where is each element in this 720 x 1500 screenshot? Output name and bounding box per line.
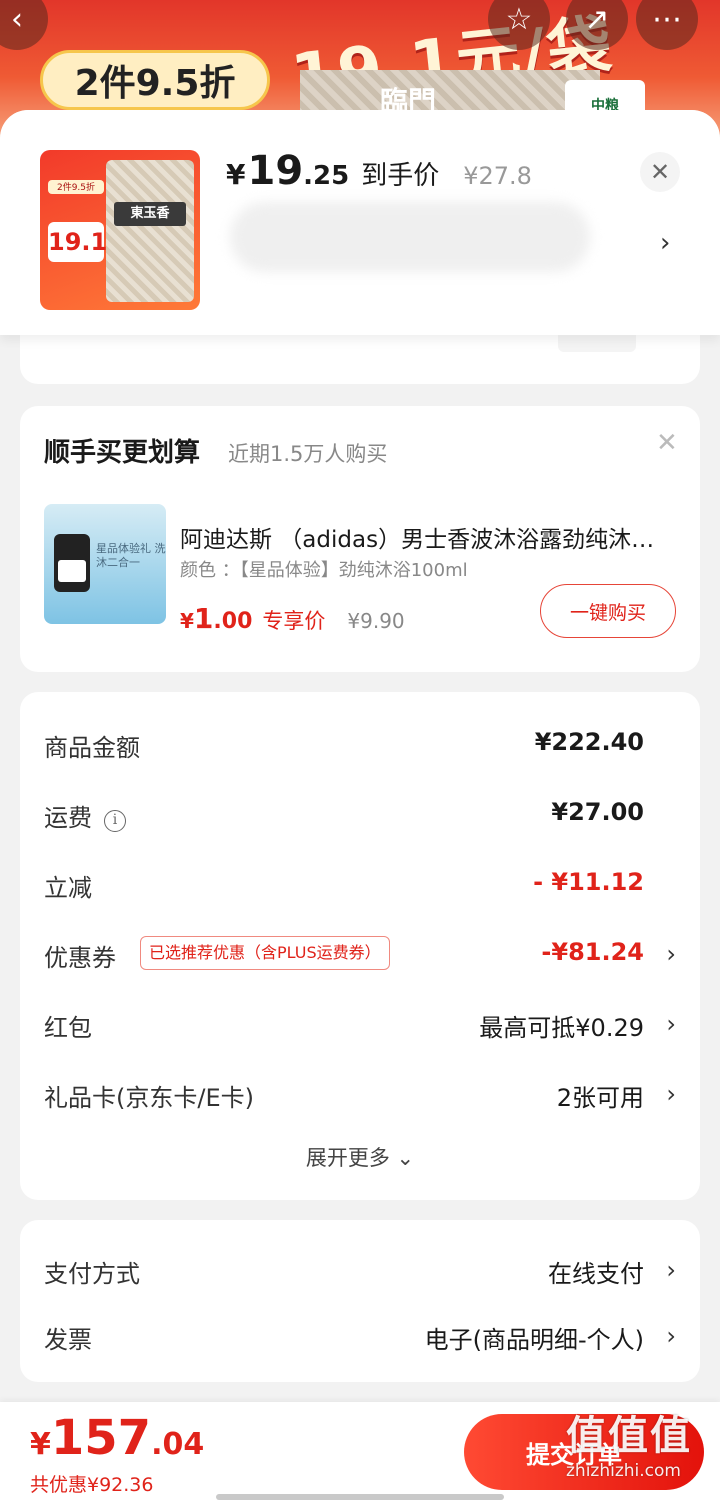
info-icon[interactable]: i bbox=[104, 810, 126, 832]
invoice-row[interactable]: 发票 电子(商品明细-个人) › bbox=[44, 1316, 676, 1356]
redacted-product-title bbox=[230, 202, 590, 272]
shipping-label: 运费 bbox=[44, 804, 92, 832]
expand-more-button[interactable]: 展开更多 ⌄ bbox=[20, 1142, 700, 1172]
watermark-logo: 值值值 bbox=[566, 1413, 692, 1459]
bundle-price-decimal: .00 bbox=[213, 609, 253, 634]
price-currency: ¥ bbox=[226, 158, 246, 191]
shipping-row: 运费 i ¥27.00 bbox=[44, 794, 676, 834]
payment-method-row[interactable]: 支付方式 在线支付 › bbox=[44, 1250, 676, 1290]
final-price: ¥ 19 .25 到手价 ¥27.8 bbox=[226, 148, 532, 194]
chevron-right-icon[interactable]: › bbox=[660, 228, 670, 258]
chevron-right-icon: › bbox=[666, 1010, 676, 1038]
checkout-sheet: 2件9.5折 19.1 東玉香 ¥ 19 .25 到手价 ¥27.8 ✕ › 顺… bbox=[0, 110, 720, 1500]
payment-card: 支付方式 在线支付 › 发票 电子(商品明细-个人) › bbox=[20, 1220, 700, 1382]
invoice-label: 发票 bbox=[44, 1326, 92, 1354]
payment-method-value: 在线支付 bbox=[548, 1260, 644, 1288]
close-button[interactable]: ✕ bbox=[640, 152, 680, 192]
chevron-left-icon: ‹ bbox=[11, 1, 23, 37]
total-decimal: .04 bbox=[151, 1427, 205, 1462]
total-currency: ¥ bbox=[30, 1427, 51, 1462]
gift-card-label: 礼品卡(京东卡/E卡) bbox=[44, 1084, 254, 1112]
coupon-row[interactable]: 优惠券 已选推荐优惠（含PLUS运费券） -¥81.24 › bbox=[44, 934, 676, 974]
star-icon: ☆ bbox=[505, 1, 533, 37]
bottle-label-graphic bbox=[58, 560, 86, 582]
chevron-right-icon: › bbox=[666, 1256, 676, 1284]
bundle-original-price: ¥9.90 bbox=[347, 609, 405, 633]
thumb-product-name: 東玉香 bbox=[114, 202, 186, 226]
bundle-product-spec: 颜色 ：【星品体验】劲纯沐浴100ml bbox=[180, 560, 468, 581]
gift-card-value: 2张可用 bbox=[556, 1084, 644, 1112]
thumb-bag bbox=[106, 160, 194, 302]
shipping-value: ¥27.00 bbox=[551, 798, 644, 826]
gift-card-row[interactable]: 礼品卡(京东卡/E卡) 2张可用 › bbox=[44, 1074, 676, 1114]
chevron-right-icon: › bbox=[666, 1322, 676, 1350]
promo-badge: 2件9.5折 bbox=[40, 50, 270, 110]
price-tag: 到手价 bbox=[361, 161, 440, 191]
back-button[interactable]: ‹ bbox=[0, 0, 48, 50]
discount-row: 立减 - ¥11.12 bbox=[44, 864, 676, 904]
product-thumbnail[interactable]: 2件9.5折 19.1 東玉香 bbox=[40, 150, 200, 310]
payment-method-label: 支付方式 bbox=[44, 1260, 140, 1288]
total-integer: 157 bbox=[50, 1410, 152, 1466]
home-indicator[interactable] bbox=[216, 1494, 504, 1500]
total-savings: 共优惠¥92.36 bbox=[30, 1474, 154, 1496]
goods-amount-label: 商品金额 bbox=[44, 734, 140, 762]
coupon-tag: 已选推荐优惠（含PLUS运费券） bbox=[140, 936, 390, 970]
bundle-price-integer: 1 bbox=[193, 602, 214, 635]
coupon-value: -¥81.24 bbox=[541, 938, 644, 966]
expand-more-label: 展开更多 bbox=[305, 1146, 390, 1170]
goods-amount-value: ¥222.40 bbox=[534, 728, 644, 756]
share-icon: ↗ bbox=[584, 1, 610, 37]
red-packet-row[interactable]: 红包 最高可抵¥0.29 › bbox=[44, 1004, 676, 1044]
chevron-right-icon: › bbox=[666, 940, 676, 968]
red-packet-label: 红包 bbox=[44, 1014, 92, 1042]
thumb-price: 19.1 bbox=[48, 222, 107, 262]
chevron-right-icon: › bbox=[666, 1080, 676, 1108]
bundle-title: 顺手买更划算 bbox=[44, 438, 201, 468]
more-icon: ⋯ bbox=[652, 1, 682, 37]
discount-label: 立减 bbox=[44, 874, 92, 902]
close-icon[interactable]: ✕ bbox=[656, 428, 678, 458]
bundle-price: ¥ 1 .00 专享价 ¥9.90 bbox=[180, 602, 405, 635]
coupon-label: 优惠券 bbox=[44, 944, 116, 972]
original-price: ¥27.8 bbox=[463, 162, 532, 190]
bundle-image-text: 星品体验礼 洗沐二合一 bbox=[96, 542, 166, 569]
thumb-badge: 2件9.5折 bbox=[48, 180, 104, 194]
bundle-price-tag: 专享价 bbox=[262, 609, 326, 633]
invoice-value: 电子(商品明细-个人) bbox=[424, 1326, 644, 1354]
fee-summary-card: 商品金额 ¥222.40 运费 i ¥27.00 立减 - ¥11.12 优惠券 … bbox=[20, 692, 700, 1200]
total-price: ¥ 157 .04 bbox=[30, 1410, 204, 1466]
bundle-product-name[interactable]: 阿迪达斯 （adidas）男士香波沐浴露劲纯沐浴100ml bbox=[180, 520, 670, 554]
bundle-product-image[interactable]: 星品体验礼 洗沐二合一 bbox=[44, 504, 166, 624]
goods-amount-row: 商品金额 ¥222.40 bbox=[44, 724, 676, 764]
more-button[interactable]: ⋯ bbox=[636, 0, 698, 50]
bundle-subtitle: 近期1.5万人购买 bbox=[228, 442, 388, 466]
sheet-header: 2件9.5折 19.1 東玉香 ¥ 19 .25 到手价 ¥27.8 ✕ › bbox=[0, 110, 720, 335]
price-decimal: .25 bbox=[303, 161, 350, 191]
chevron-down-icon: ⌄ bbox=[396, 1146, 415, 1170]
price-integer: 19 bbox=[247, 148, 304, 194]
discount-value: - ¥11.12 bbox=[533, 868, 644, 896]
site-watermark: 值值值 zhizhizhi.com bbox=[566, 1412, 716, 1482]
red-packet-value: 最高可抵¥0.29 bbox=[479, 1014, 644, 1042]
bundle-price-currency: ¥ bbox=[180, 609, 194, 633]
watermark-url: zhizhizhi.com bbox=[566, 1461, 681, 1481]
one-click-buy-button[interactable]: 一键购买 bbox=[540, 584, 676, 638]
close-icon: ✕ bbox=[649, 158, 671, 186]
bundle-card: 顺手买更划算 近期1.5万人购买 ✕ 星品体验礼 洗沐二合一 阿迪达斯 （adi… bbox=[20, 406, 700, 672]
